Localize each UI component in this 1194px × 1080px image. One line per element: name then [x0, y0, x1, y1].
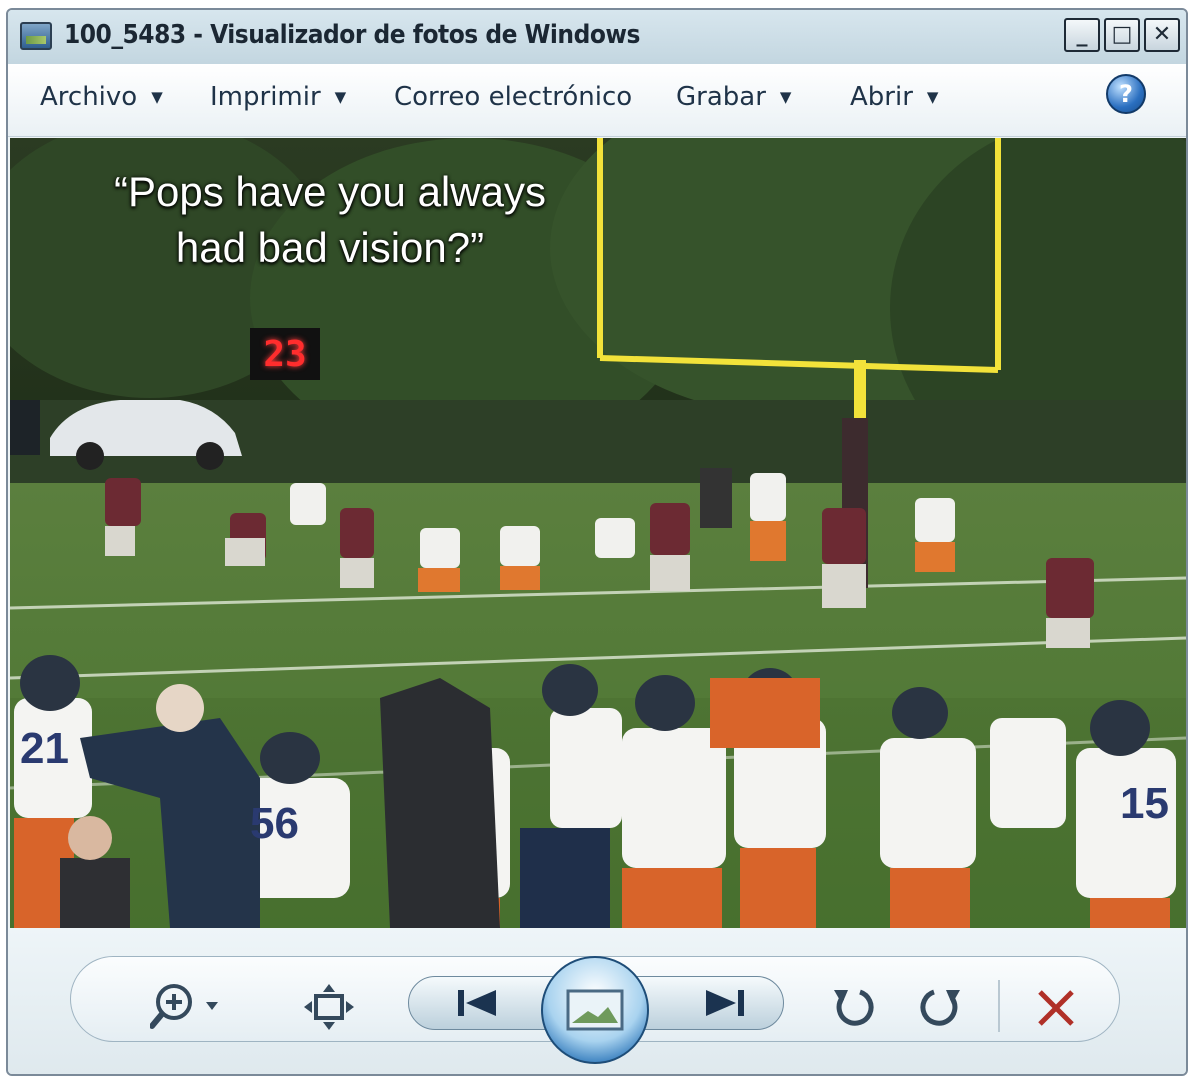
control-bar: [8, 928, 1186, 1074]
chevron-down-icon: ▼: [334, 88, 347, 106]
menu-correo[interactable]: Correo electrónico: [394, 82, 632, 112]
svg-text:56: 56: [250, 799, 299, 848]
menu-label: Correo electrónico: [394, 82, 633, 112]
menu-grabar[interactable]: Grabar ▼: [676, 82, 791, 112]
rotate-clockwise-icon[interactable]: [918, 984, 964, 1030]
title-bar[interactable]: 100_5483 - Visualizador de fotos de Wind…: [8, 10, 1186, 65]
menu-imprimir[interactable]: Imprimir ▼: [210, 82, 346, 112]
menu-label: Abrir: [850, 82, 913, 112]
photo-viewer-window: 100_5483 - Visualizador de fotos de Wind…: [6, 8, 1188, 1076]
window-controls: _ □ ✕: [1064, 18, 1180, 52]
photo-caption: “Pops have you always had bad vision?”: [40, 164, 620, 276]
chevron-down-icon: ▼: [779, 88, 792, 106]
menu-label: Imprimir: [210, 82, 321, 112]
menu-label: Archivo: [40, 82, 138, 112]
slideshow-button[interactable]: [541, 956, 649, 1064]
caption-line-2: had bad vision?”: [175, 224, 485, 271]
maximize-button[interactable]: □: [1104, 18, 1140, 52]
close-button[interactable]: ✕: [1144, 18, 1180, 52]
menu-label: Grabar: [676, 82, 766, 112]
delete-icon[interactable]: [1034, 986, 1078, 1030]
photo-display: 21 56 15 23 “Pops have you always had ba…: [10, 138, 1186, 928]
chevron-down-icon: ▼: [151, 88, 163, 106]
svg-text:21: 21: [20, 724, 69, 773]
rotate-counterclockwise-icon[interactable]: [830, 984, 876, 1030]
svg-text:15: 15: [1120, 779, 1169, 828]
next-icon[interactable]: [694, 988, 754, 1018]
actual-size-icon[interactable]: [304, 984, 354, 1030]
scoreboard: 23: [250, 328, 320, 380]
chevron-down-icon: ▼: [926, 88, 939, 106]
menu-abrir[interactable]: Abrir ▼: [850, 82, 938, 112]
slideshow-icon: [566, 989, 624, 1031]
help-button[interactable]: ?: [1106, 74, 1146, 114]
menu-archivo[interactable]: Archivo ▼: [40, 82, 163, 112]
toolbar-divider: [998, 980, 1000, 1032]
caption-line-1: “Pops have you always: [114, 168, 546, 215]
previous-icon[interactable]: [448, 988, 508, 1018]
photo-viewer-icon: [20, 22, 52, 50]
window-title: 100_5483 - Visualizador de fotos de Wind…: [64, 20, 640, 50]
minimize-button[interactable]: _: [1064, 18, 1100, 52]
menu-bar: Archivo ▼ Imprimir ▼ Correo electrónico …: [8, 64, 1186, 137]
zoom-icon[interactable]: [150, 982, 230, 1030]
